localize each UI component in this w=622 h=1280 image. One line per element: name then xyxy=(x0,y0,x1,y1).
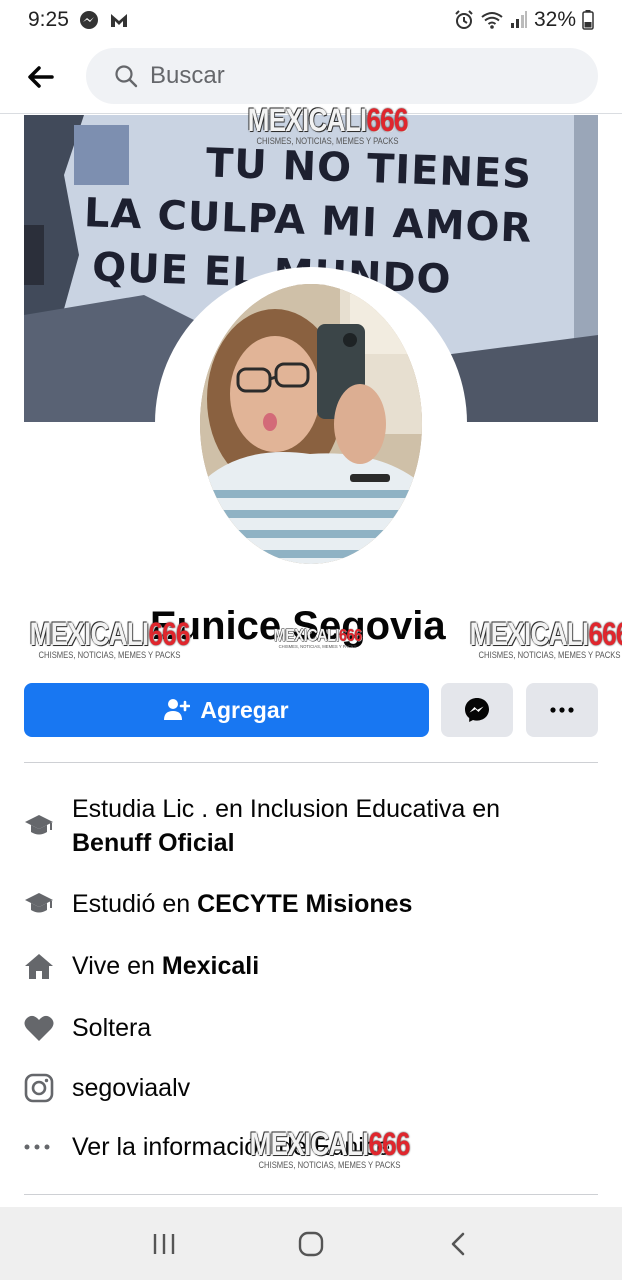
watermark-logo: MEXICALI666 CHISMES, NOTICIAS, MEMES Y P… xyxy=(232,1128,427,1170)
add-person-icon xyxy=(164,699,191,720)
detail-instagram[interactable]: segoviaalv xyxy=(24,1071,598,1105)
profile-photo xyxy=(200,284,422,564)
studies-place-link[interactable]: Benuff Oficial xyxy=(72,829,235,857)
detail-text: Estudia Lic . en Inclusion Educativa en … xyxy=(72,792,500,860)
watermark-logo: MEXICALI666 CHISMES, NOTICIAS, MEMES Y P… xyxy=(452,618,622,660)
signal-icon xyxy=(510,11,528,29)
alarm-icon xyxy=(454,10,474,30)
studied-place-link[interactable]: CECYTE Misiones xyxy=(197,890,412,918)
messenger-button[interactable] xyxy=(441,683,513,737)
detail-text: Vive en Mexicali xyxy=(72,949,259,983)
detail-studies: Estudia Lic . en Inclusion Educativa en … xyxy=(24,792,598,860)
back-nav-button[interactable] xyxy=(428,1214,488,1274)
watermark-logo: MEXICALI666 CHISMES, NOTICIAS, MEMES Y P… xyxy=(12,618,207,660)
battery-percent: 32% xyxy=(533,8,576,31)
watermark-tagline: CHISMES, NOTICIAS, MEMES Y PACKS xyxy=(478,650,621,660)
profile-avatar[interactable] xyxy=(200,284,422,564)
watermark-tagline: CHISMES, NOTICIAS, MEMES Y PACKS xyxy=(38,650,181,660)
graduation-cap-icon xyxy=(24,891,72,917)
watermark-text-a: MEXICALI xyxy=(247,102,368,138)
lives-place-link[interactable]: Mexicali xyxy=(162,952,259,980)
watermark-tagline: CHISMES, NOTICIAS, MEMES Y PACKS xyxy=(258,1160,401,1170)
more-dots-icon xyxy=(550,707,574,713)
watermark-text-a: MEXICALI xyxy=(469,616,590,652)
battery-icon xyxy=(582,10,594,30)
watermark-text-a: MEXICALI xyxy=(249,1126,370,1162)
status-time: 9:25 xyxy=(28,8,69,31)
search-input[interactable]: Buscar xyxy=(86,48,598,104)
studies-prefix: Estudia Lic . en Inclusion Educativa en xyxy=(72,795,501,823)
search-icon xyxy=(115,65,138,88)
add-friend-label: Agregar xyxy=(200,696,289,723)
heart-icon xyxy=(24,1014,72,1042)
watermark-text-a: MEXICALI xyxy=(29,616,150,652)
more-options-button[interactable] xyxy=(526,683,598,737)
add-friend-button[interactable]: Agregar xyxy=(24,683,429,737)
divider xyxy=(24,1194,598,1195)
watermark-tagline: CHISMES, NOTICIAS, MEMES Y PACKS xyxy=(256,136,399,146)
home-button[interactable] xyxy=(281,1214,341,1274)
watermark-text-b: 666 xyxy=(148,616,190,652)
back-button[interactable] xyxy=(0,40,80,114)
messenger-icon xyxy=(465,698,489,722)
studied-prefix: Estudió en xyxy=(72,890,191,918)
watermark-text-b: 666 xyxy=(339,624,362,645)
detail-text: Estudió en CECYTE Misiones xyxy=(72,887,412,921)
more-dots-icon xyxy=(24,1144,72,1150)
divider xyxy=(24,762,598,763)
instagram-handle: segoviaalv xyxy=(72,1074,191,1102)
detail-studied: Estudió en CECYTE Misiones xyxy=(24,887,598,921)
graduation-cap-icon xyxy=(24,813,72,839)
watermark-logo: MEXICALI666 CHISMES, NOTICIAS, MEMES Y P… xyxy=(264,626,371,649)
watermark-text-b: 666 xyxy=(368,1126,410,1162)
home-icon xyxy=(24,952,72,980)
watermark-text-b: 666 xyxy=(588,616,622,652)
watermark-logo: MEXICALI666 CHISMES, NOTICIAS, MEMES Y P… xyxy=(230,104,425,146)
lives-prefix: Vive en xyxy=(72,952,155,980)
system-nav-bar xyxy=(0,1207,622,1280)
recent-apps-icon xyxy=(153,1233,174,1254)
back-arrow-icon xyxy=(28,65,54,88)
status-bar: 9:25 32% xyxy=(0,0,622,40)
instagram-icon xyxy=(24,1073,72,1103)
wifi-icon xyxy=(480,10,504,30)
m-app-icon xyxy=(109,11,129,29)
watermark-tagline: CHISMES, NOTICIAS, MEMES Y PACKS xyxy=(278,643,357,650)
detail-relationship: Soltera xyxy=(24,1011,598,1045)
relationship-text: Soltera xyxy=(72,1014,152,1042)
recent-apps-button[interactable] xyxy=(134,1214,194,1274)
search-placeholder: Buscar xyxy=(150,62,225,89)
watermark-text-b: 666 xyxy=(366,102,408,138)
back-chevron-icon xyxy=(452,1232,465,1255)
home-nav-icon xyxy=(298,1231,324,1256)
detail-lives: Vive en Mexicali xyxy=(24,949,598,983)
watermark-text-a: MEXICALI xyxy=(273,624,340,645)
messenger-icon xyxy=(79,10,99,30)
